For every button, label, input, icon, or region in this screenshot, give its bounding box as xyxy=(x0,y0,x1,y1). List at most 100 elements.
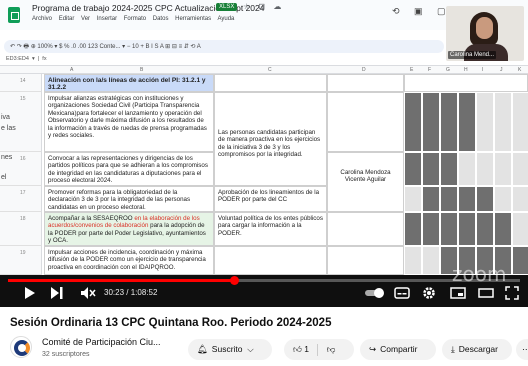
autoplay-toggle[interactable] xyxy=(364,286,386,302)
empty-cell xyxy=(214,74,327,92)
gantt-cell xyxy=(512,212,528,246)
col-letter: E xyxy=(410,67,414,73)
row-header: 18 xyxy=(0,212,42,246)
gantt-cell xyxy=(494,186,512,212)
gantt-cell xyxy=(404,246,422,275)
col-letter: F xyxy=(428,67,432,73)
col-letter: C xyxy=(268,67,272,73)
download-label: Descargar xyxy=(458,344,498,354)
activity-cell: Acompañar a la SESAEQROO en la elaboraci… xyxy=(44,212,214,246)
zoom-watermark: zoom xyxy=(452,262,507,286)
like-icon[interactable]: 👍︎ xyxy=(293,344,302,354)
time-total: 1:08:52 xyxy=(130,288,158,297)
col-letter: J xyxy=(500,67,503,73)
row-header: iva e las 15 xyxy=(0,92,42,152)
empty-cell xyxy=(214,246,327,275)
subtitles-icon[interactable] xyxy=(394,286,410,302)
like-divider xyxy=(317,343,319,356)
row-header: nes el 16 xyxy=(0,152,42,186)
gantt-cell xyxy=(458,152,476,186)
alignment-header-cell: Alineación con la/s líneas de acción del… xyxy=(44,74,214,92)
gantt-cell xyxy=(512,186,528,212)
gantt-cell xyxy=(404,152,422,186)
participant-name: Carolina Mend... xyxy=(448,51,497,59)
channel-name[interactable]: Comité de Participación Ciu... xyxy=(42,337,161,347)
assumption-cell: Las personas candidatas participan de ma… xyxy=(214,92,327,186)
file-type-badge: XLSX xyxy=(216,3,238,11)
progress-bar[interactable] xyxy=(8,276,520,285)
dislike-icon[interactable]: 👎︎ xyxy=(327,344,336,354)
play-icon[interactable] xyxy=(24,286,36,302)
like-count: 1 xyxy=(304,344,309,354)
row-header: 17 xyxy=(0,186,42,212)
scrubber-knob[interactable] xyxy=(229,276,239,285)
menu-item: Editar xyxy=(58,16,75,22)
gantt-cell xyxy=(404,212,422,246)
video-player[interactable]: Programa de trabajo 2024-2025 CPC Actual… xyxy=(0,0,528,307)
subscribed-button[interactable]: 🔔︎ Suscrito ⌵ xyxy=(188,339,272,360)
theater-mode-icon[interactable] xyxy=(478,286,494,302)
settings-gear-icon[interactable] xyxy=(422,286,436,302)
empty-cell xyxy=(327,212,404,246)
bell-icon: 🔔︎ xyxy=(197,344,208,354)
col-letter: G xyxy=(446,67,450,73)
empty-cell xyxy=(327,246,404,275)
more-icon: ⋯ xyxy=(522,344,528,354)
chevron-down-icon: ⌵ xyxy=(244,344,254,354)
gantt-cell xyxy=(494,92,512,152)
responsible-cell: Carolina Mendoza Vicente Aguilar xyxy=(327,152,404,212)
gantt-cell xyxy=(494,212,512,246)
gantt-cell xyxy=(422,92,440,152)
gantt-cell xyxy=(440,152,458,186)
activity-cell: Promover reformas para la obligatoriedad… xyxy=(44,186,214,212)
gantt-cell xyxy=(440,212,458,246)
empty-cell xyxy=(327,74,404,92)
mute-icon[interactable] xyxy=(80,286,96,302)
gantt-cell xyxy=(512,152,528,186)
gantt-cell xyxy=(476,92,494,152)
menu-item: Ver xyxy=(81,16,91,22)
sheet-toolbar: ↶ ↷ 🖶 ⊕ 100% ▾ $ % .0 .00 123 Conte... ▾… xyxy=(4,40,444,53)
fullscreen-icon[interactable] xyxy=(505,286,519,302)
col-letter: D xyxy=(362,67,366,73)
miniplayer-icon[interactable] xyxy=(450,286,466,302)
gantt-cell xyxy=(422,246,440,275)
time-display: 30:23 / 1:08:52 xyxy=(104,288,158,297)
sheet-grid: 14 iva e las 15 nes el 16 17 18 19 Alineació… xyxy=(0,74,528,275)
channel-avatar[interactable] xyxy=(10,336,32,358)
gantt-cell xyxy=(512,246,528,275)
gantt-header xyxy=(404,74,528,92)
share-button[interactable]: ↪ Compartir xyxy=(360,339,436,360)
video-title: Sesión Ordinaria 13 CPC Quintana Roo. Pe… xyxy=(10,317,332,329)
cell-ref: ED3:ED4 xyxy=(6,56,29,62)
history-comment-icons: ⟲ ▣ ▢ xyxy=(392,6,452,16)
download-button[interactable]: ⤓ Descargar xyxy=(442,339,512,360)
gantt-cell xyxy=(422,186,440,212)
like-dislike-group[interactable]: 👍︎ 1 👎︎ xyxy=(284,339,354,360)
gantt-cell xyxy=(512,92,528,152)
row-header: 14 xyxy=(0,74,42,92)
col-letter: I xyxy=(482,67,484,73)
gantt-cell xyxy=(440,92,458,152)
assumption-cell: Voluntad política de los entes públicos … xyxy=(214,212,327,246)
col-letter: K xyxy=(518,67,522,73)
col-letter: B xyxy=(140,67,144,73)
col-letter: H xyxy=(464,67,468,73)
sheet-menu: Archivo Editar Ver Insertar Formato Dato… xyxy=(32,16,239,22)
share-icon: ↪ xyxy=(369,344,377,354)
gantt-cell xyxy=(458,212,476,246)
activity-cell: Impulsar alianzas estratégicas con insti… xyxy=(44,92,214,152)
sheets-logo-icon xyxy=(8,7,20,23)
more-actions-button[interactable]: ⋯ xyxy=(516,339,528,360)
gantt-cell xyxy=(404,186,422,212)
gantt-cell xyxy=(494,152,512,186)
gantt-cell xyxy=(440,186,458,212)
column-headers: A B C D E F G H I J K xyxy=(0,66,528,74)
gantt-cell xyxy=(422,152,440,186)
gantt-cell xyxy=(458,92,476,152)
activity-cell: Convocar a las representaciones y dirige… xyxy=(44,152,214,186)
gantt-cell xyxy=(404,92,422,152)
gantt-cell xyxy=(458,186,476,212)
next-icon[interactable] xyxy=(50,286,64,302)
activity-cell: Impulsar acciones de incidencia, coordin… xyxy=(44,246,214,275)
